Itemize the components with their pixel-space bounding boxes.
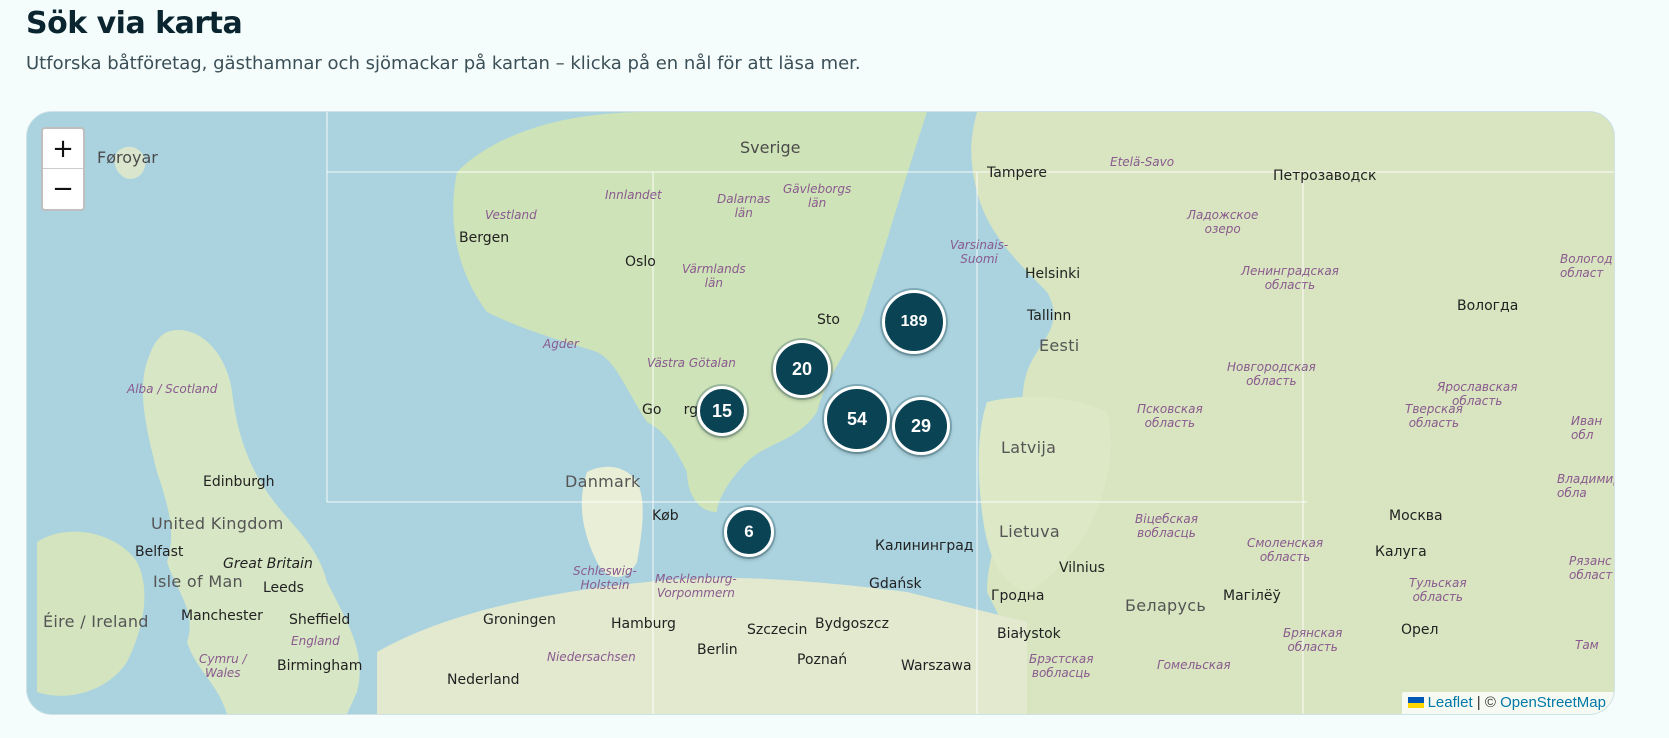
map-label-mogilev: Магілёў [1223, 588, 1281, 604]
map-label-grodno: Гродна [991, 588, 1045, 604]
map-label-ladozhskoe: Ладожское озеро [1187, 208, 1259, 236]
cluster-marker[interactable]: 20 [773, 340, 831, 398]
map-label-oslo: Oslo [625, 254, 656, 270]
map-label-smolensk: Смоленская область [1247, 536, 1324, 564]
map-label-tverskaya: Тверская область [1405, 402, 1463, 430]
zoom-in-button[interactable]: + [43, 129, 83, 169]
map-label-kobenhavn: Køb [652, 508, 679, 524]
map-label-england: England [291, 634, 340, 648]
map-label-manchester: Manchester [181, 608, 263, 624]
map-label-vologda: Вологда [1457, 298, 1519, 314]
map-label-kaluga: Калуга [1375, 544, 1427, 560]
map-label-mecklenburg: Mecklenburg- Vorpommern [655, 572, 737, 600]
map-label-goteborg: Go rg [642, 402, 699, 418]
map-label-poznan: Poznań [797, 652, 848, 668]
map-label-great-britain: Great Britain [223, 556, 313, 572]
map-label-tampere: Tampere [987, 165, 1048, 181]
map-label-vitebsk: Віцебская вобласць [1135, 512, 1198, 540]
map-label-bydgoszcz: Bydgoszcz [815, 616, 889, 632]
map-label-pskovskaya: Псковская область [1137, 402, 1203, 430]
map-label-belarus: Беларусь [1125, 596, 1207, 615]
map-label-eesti: Eesti [1039, 336, 1080, 355]
map-label-gdansk: Gdańsk [869, 576, 922, 592]
map-label-lietuva: Lietuva [999, 522, 1060, 541]
map-label-vilnius: Vilnius [1059, 560, 1105, 576]
map-label-united-kingdom: United Kingdom [151, 514, 284, 533]
zoom-control: + − [41, 127, 85, 211]
map-label-vladimir: Владимир обла [1557, 472, 1615, 500]
map-label-innlandet: Innlandet [605, 188, 662, 202]
map-label-eire: Éire / Ireland [43, 612, 149, 631]
map-label-szczecin: Szczecin [747, 622, 808, 638]
page-subtitle: Utforska båtföretag, gästhamnar och sjöm… [26, 53, 861, 74]
map-label-alba: Alba / Scotland [127, 382, 218, 396]
openstreetmap-link[interactable]: OpenStreetMap [1500, 694, 1606, 711]
map-label-vestland: Vestland [485, 208, 537, 222]
map-label-sverige: Sverige [740, 138, 801, 157]
page-title: Sök via karta [26, 6, 243, 41]
map-container[interactable]: Føroyar Sverige Tampere Etelä-Savo Петро… [26, 111, 1615, 715]
map-label-nederland: Nederland [447, 672, 520, 688]
map-label-latvija: Latvija [1001, 438, 1057, 457]
map-label-etela-savo: Etelä-Savo [1110, 155, 1175, 169]
cluster-marker[interactable]: 189 [882, 290, 946, 354]
map-label-novgorodskaya: Новгородская область [1227, 360, 1316, 388]
map-label-leeds: Leeds [263, 580, 304, 596]
map-label-bialystok: Białystok [997, 626, 1061, 642]
map-label-belfast: Belfast [135, 544, 184, 560]
map-label-schleswig: Schleswig- Holstein [573, 564, 637, 592]
map-label-helsinki: Helsinki [1025, 266, 1081, 282]
map-label-dalarnas: Dalarnas län [717, 192, 771, 220]
map-label-ivan: Иван обл [1571, 414, 1603, 442]
map-label-sheffield: Sheffield [289, 612, 351, 628]
map-label-vologda-obl: Вологод област [1560, 252, 1613, 280]
map-label-groningen: Groningen [483, 612, 556, 628]
leaflet-link[interactable]: Leaflet [1428, 694, 1473, 711]
map-label-leningradskaya: Ленинградская область [1241, 264, 1339, 292]
map-label-vastra: Västra Götalan [647, 356, 736, 370]
map-label-gavleborgs: Gävleborgs län [783, 182, 852, 210]
map-label-petrozavodsk: Петрозаводск [1273, 168, 1377, 184]
map-label-tam: Там [1575, 638, 1599, 652]
map-label-orel: Орел [1401, 622, 1439, 638]
map-label-edinburgh: Edinburgh [203, 474, 275, 490]
map-label-ryazan: Рязанс област [1569, 554, 1613, 582]
map-label-moskva: Москва [1389, 508, 1443, 524]
map-label-foroyar: Føroyar [97, 148, 158, 167]
zoom-out-button[interactable]: − [43, 169, 83, 208]
map-label-agder: Agder [543, 337, 579, 351]
map-label-varmlands: Värmlands län [682, 262, 746, 290]
map-label-berlin: Berlin [697, 642, 738, 658]
map-label-bergen: Bergen [459, 230, 510, 246]
map-label-niedersachsen: Niedersachsen [547, 650, 636, 664]
map-label-tula: Тульская область [1409, 576, 1467, 604]
map-label-bryansk: Брянская область [1283, 626, 1343, 654]
map-label-cymru: Cymru / Wales [199, 652, 247, 680]
map-label-gomel: Гомельская [1157, 658, 1231, 672]
cluster-marker[interactable]: 15 [697, 386, 747, 436]
map-label-kaliningrad: Калининград [875, 538, 974, 554]
ukraine-flag-icon [1407, 697, 1424, 708]
map-label-stockholm: Sto [817, 312, 840, 328]
map-label-birmingham: Birmingham [277, 658, 363, 674]
cluster-marker[interactable]: 6 [724, 507, 774, 557]
cluster-marker[interactable]: 29 [892, 397, 950, 455]
map-label-brest: Брэстская вобласць [1029, 652, 1094, 680]
map-attribution: Leaflet | © OpenStreetMap [1401, 692, 1614, 714]
map-label-tallinn: Tallinn [1027, 308, 1072, 324]
cluster-marker[interactable]: 54 [824, 386, 890, 452]
map-label-danmark: Danmark [565, 472, 641, 491]
attribution-separator: | © [1472, 694, 1501, 711]
map-label-hamburg: Hamburg [611, 616, 676, 632]
map-label-warszawa: Warszawa [901, 658, 972, 674]
map-label-varsinais: Varsinais- Suomi [950, 238, 1009, 266]
map-label-isle-of-man: Isle of Man [153, 572, 243, 591]
